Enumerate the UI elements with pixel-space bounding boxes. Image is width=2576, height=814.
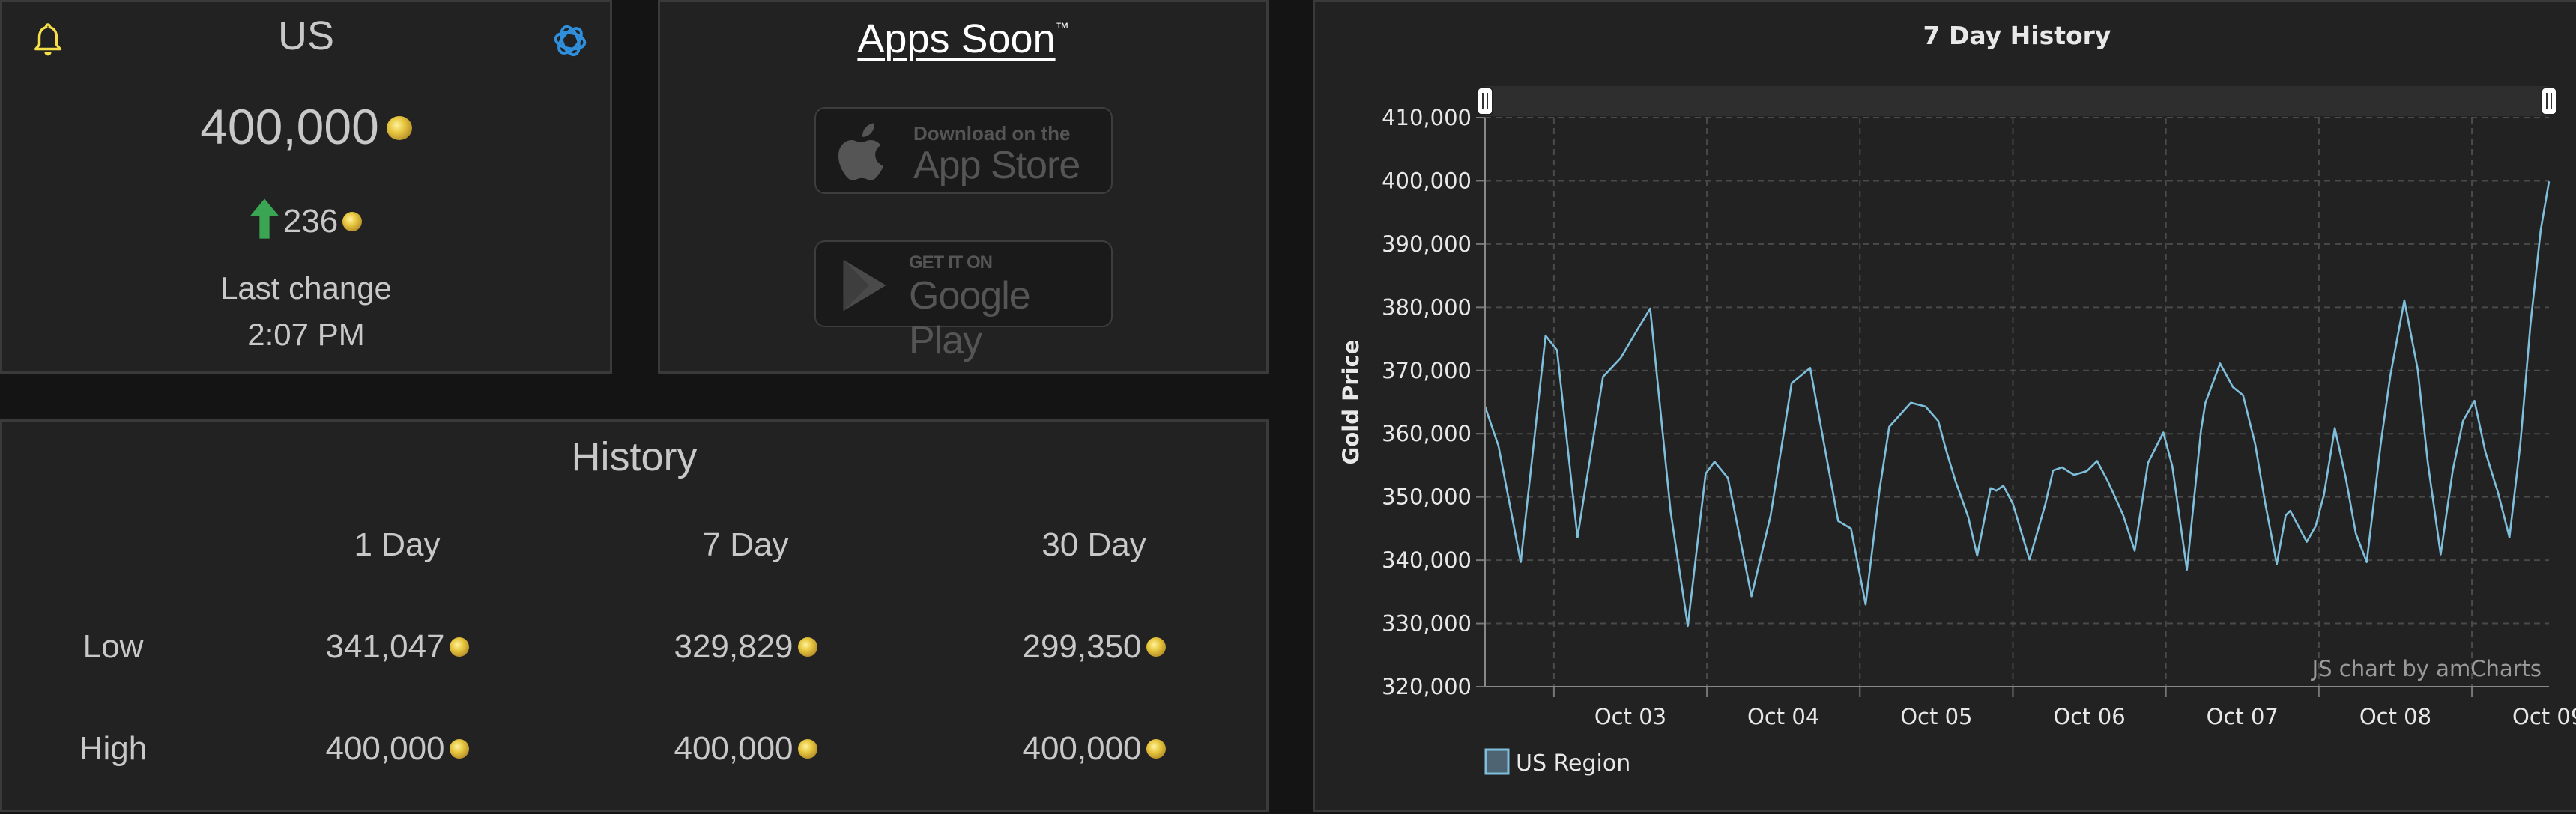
high-7-day-value: 400,000 xyxy=(674,730,793,767)
chart-title: 7 Day History xyxy=(1923,21,2111,50)
series-layer xyxy=(1484,181,2551,628)
table-cell: 341,047 xyxy=(285,628,510,666)
last-change-label: Last change xyxy=(220,270,392,306)
table-cell: 400,000 xyxy=(633,730,858,768)
legend-swatch-us-region[interactable] xyxy=(1484,748,1510,775)
app-store-button[interactable]: Download on the App Store xyxy=(814,107,1113,194)
y-tick-label: 380,000 xyxy=(1382,294,1472,320)
handle-body[interactable] xyxy=(1477,87,1493,115)
axes: 320,000 330,000 340,000 350,000 360,000 370,0… xyxy=(1382,105,2576,729)
y-tick-label: 400,000 xyxy=(1382,168,1472,193)
apple-icon xyxy=(838,123,884,180)
x-tick-label: Oct 09 xyxy=(2512,704,2576,729)
y-tick-label: 320,000 xyxy=(1382,674,1472,699)
column-header-30-day: 30 Day xyxy=(1041,526,1146,563)
legend-label-us-region[interactable]: US Region xyxy=(1516,750,1630,777)
google-play-big-text: Google Play xyxy=(909,274,1031,362)
scrollbar-handle-left[interactable] xyxy=(1477,87,1493,115)
handle-body[interactable] xyxy=(2541,87,2557,115)
grid xyxy=(1485,117,2549,687)
row-label-low: Low xyxy=(82,628,144,665)
low-30-day-value: 299,350 xyxy=(1022,628,1142,665)
row-label-high: High xyxy=(79,730,148,767)
series-line-us-region xyxy=(1484,181,2551,628)
scrollbar-handle-right[interactable] xyxy=(2541,87,2557,115)
region-price-card: US 400,000 236 Last change 2:07 PM xyxy=(0,0,612,374)
change-amount: 236 xyxy=(282,203,339,240)
region-name: US xyxy=(277,13,334,58)
x-tick-label: Oct 07 xyxy=(2207,704,2279,729)
price-change: 236 xyxy=(2,198,610,243)
amcharts-credit[interactable]: JS chart by amCharts xyxy=(2311,656,2542,681)
high-1-day-value: 400,000 xyxy=(325,730,445,767)
column-header-1-day: 1 Day xyxy=(354,526,441,563)
app-store-small-text: Download on the xyxy=(913,122,1071,145)
table-cell: 400,000 xyxy=(982,730,1206,768)
gold-coin-icon xyxy=(449,637,469,657)
y-axis-title: Gold Price xyxy=(1338,340,1364,465)
gold-coin-icon xyxy=(1146,637,1166,657)
chart-scrollbar[interactable] xyxy=(1485,86,2549,116)
gold-coin-icon xyxy=(342,212,363,232)
y-tick-label: 350,000 xyxy=(1382,485,1472,510)
high-30-day-value: 400,000 xyxy=(1022,730,1142,767)
x-tick-label: Oct 05 xyxy=(1900,704,1972,729)
gold-coin-icon xyxy=(386,115,412,140)
y-tick-label: 370,000 xyxy=(1382,358,1472,383)
apps-title[interactable]: Apps Soon™ xyxy=(660,16,1266,62)
legend[interactable]: US Region xyxy=(1484,748,1630,777)
x-tick-label: Oct 03 xyxy=(1594,704,1666,729)
trademark: ™ xyxy=(1055,20,1069,35)
y-tick-label: 360,000 xyxy=(1382,421,1472,446)
gold-coin-icon xyxy=(449,739,469,759)
low-1-day-value: 341,047 xyxy=(325,628,445,665)
arrow-up-icon xyxy=(250,198,279,239)
play-icon xyxy=(843,259,886,312)
column-header-7-day: 7 Day xyxy=(702,526,789,563)
current-price: 400,000 xyxy=(2,98,610,155)
app-store-big-text: App Store xyxy=(913,144,1080,187)
history-chart-panel: 320,000 330,000 340,000 350,000 360,000 370,0… xyxy=(1313,0,2576,812)
x-tick-label: Oct 04 xyxy=(1747,704,1819,729)
google-play-small-text: GET IT ON xyxy=(909,252,993,273)
google-play-button[interactable]: GET IT ON Google Play xyxy=(814,240,1113,362)
table-cell: 299,350 xyxy=(982,628,1206,666)
gold-coin-icon xyxy=(1146,739,1166,759)
x-tick-label: Oct 08 xyxy=(2359,704,2431,729)
apps-title-text[interactable]: Apps Soon xyxy=(857,16,1055,61)
y-tick-label: 340,000 xyxy=(1382,547,1472,573)
table-cell: 400,000 xyxy=(285,730,510,768)
low-7-day-value: 329,829 xyxy=(674,628,793,665)
y-tick-label: 410,000 xyxy=(1382,105,1472,130)
y-tick-label: 330,000 xyxy=(1382,611,1472,637)
apps-panel: Apps Soon™ Download on the App Store GET… xyxy=(658,0,1269,374)
price-value: 400,000 xyxy=(200,99,379,154)
history-chart: 320,000 330,000 340,000 350,000 360,000 370,0… xyxy=(1338,21,2576,777)
gold-coin-icon xyxy=(797,739,817,759)
y-tick-label: 390,000 xyxy=(1382,231,1472,257)
history-panel: History 1 Day 7 Day 30 Day Low 341,047 3… xyxy=(0,419,1269,812)
x-tick-label: Oct 06 xyxy=(2053,704,2125,729)
battlenet-icon[interactable] xyxy=(548,17,593,62)
gold-coin-icon xyxy=(797,637,817,657)
table-cell: 329,829 xyxy=(633,628,858,666)
history-title: History xyxy=(571,434,698,479)
last-change-time: 2:07 PM xyxy=(247,317,365,352)
